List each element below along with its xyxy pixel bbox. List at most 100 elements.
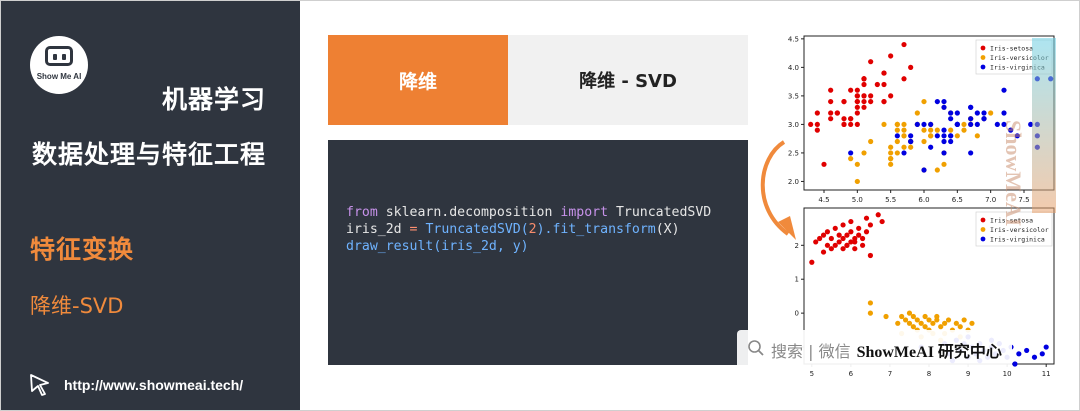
data-point bbox=[824, 242, 831, 248]
data-point bbox=[854, 87, 860, 93]
data-point bbox=[875, 212, 881, 218]
data-point bbox=[894, 121, 900, 128]
tab-svd[interactable]: 降维 - SVD bbox=[508, 35, 748, 125]
code-token: TruncatedSVD( bbox=[425, 222, 529, 237]
data-point bbox=[854, 93, 860, 99]
data-point bbox=[906, 310, 913, 316]
data-point bbox=[828, 116, 834, 122]
data-point bbox=[954, 121, 960, 128]
data-point bbox=[938, 324, 944, 330]
data-point bbox=[914, 110, 920, 116]
data-point bbox=[836, 239, 842, 245]
code-token: (X) bbox=[655, 222, 680, 237]
subtopic-title: 降维-SVD bbox=[30, 294, 124, 318]
data-point bbox=[974, 110, 980, 116]
data-point bbox=[844, 232, 850, 238]
legend-marker bbox=[980, 64, 986, 70]
data-point bbox=[828, 235, 834, 242]
data-point bbox=[968, 104, 974, 110]
y-tick-label: 2 bbox=[795, 242, 799, 250]
data-point bbox=[814, 127, 820, 133]
data-point bbox=[848, 121, 854, 128]
website-link[interactable]: http://www.showmeai.tech/ bbox=[28, 373, 243, 397]
x-tick-label: 7.0 bbox=[985, 196, 996, 204]
data-point bbox=[809, 259, 815, 265]
data-point bbox=[817, 235, 823, 242]
data-point bbox=[840, 246, 846, 252]
data-point bbox=[854, 121, 860, 128]
data-point bbox=[918, 320, 924, 326]
data-point bbox=[820, 232, 827, 238]
legend-marker bbox=[980, 227, 986, 232]
data-point bbox=[894, 127, 900, 133]
data-point bbox=[848, 156, 854, 162]
data-point bbox=[836, 232, 842, 238]
tab-dimension-reduction[interactable]: 降维 bbox=[328, 35, 508, 125]
x-tick-label: 6.0 bbox=[918, 196, 929, 204]
data-point bbox=[856, 232, 862, 238]
data-point bbox=[901, 150, 907, 156]
data-point bbox=[988, 110, 994, 116]
data-point bbox=[901, 76, 907, 82]
code-token: ).fit_transform bbox=[536, 222, 656, 237]
code-token: 2 bbox=[528, 222, 537, 237]
data-point bbox=[841, 121, 847, 128]
data-point bbox=[863, 229, 870, 235]
data-point bbox=[861, 150, 867, 156]
data-point bbox=[841, 98, 847, 105]
data-point bbox=[934, 313, 940, 320]
data-point bbox=[922, 324, 928, 330]
website-url[interactable]: http://www.showmeai.tech/ bbox=[64, 377, 243, 393]
data-point bbox=[981, 116, 987, 122]
showmeai-logo[interactable]: Show Me AI bbox=[30, 36, 88, 94]
data-point bbox=[868, 59, 874, 65]
data-point bbox=[910, 324, 916, 330]
data-point bbox=[828, 246, 834, 252]
legend-label: Iris-virginica bbox=[990, 236, 1045, 244]
data-point bbox=[957, 324, 963, 330]
data-point bbox=[908, 138, 914, 145]
section-title: 数据处理与特征工程 bbox=[31, 140, 266, 169]
sidebar: Show Me AI 机器学习 数据处理与特征工程 特征变换 降维-SVD ht… bbox=[0, 0, 300, 411]
vertical-watermark bbox=[1032, 38, 1056, 213]
data-point bbox=[961, 121, 967, 128]
data-point bbox=[828, 98, 834, 105]
data-point bbox=[948, 110, 954, 116]
data-point bbox=[914, 121, 920, 128]
data-point bbox=[861, 93, 867, 99]
data-point bbox=[881, 81, 887, 88]
data-point bbox=[928, 133, 934, 139]
data-point bbox=[840, 235, 846, 242]
data-point bbox=[881, 70, 887, 76]
y-tick-label: 0 bbox=[795, 310, 799, 318]
y-tick-label: 1 bbox=[795, 276, 799, 284]
data-point bbox=[868, 98, 874, 105]
data-point bbox=[1001, 110, 1007, 116]
data-point bbox=[861, 98, 867, 105]
data-point bbox=[948, 116, 954, 122]
search-icon bbox=[747, 339, 765, 361]
data-point bbox=[867, 300, 874, 306]
wechat-search-text: 搜索 | 微信 bbox=[771, 342, 851, 361]
data-point bbox=[928, 127, 934, 133]
y-tick-label: 4.0 bbox=[788, 64, 799, 72]
code-block: from sklearn.decomposition import Trunca… bbox=[346, 204, 711, 255]
data-point bbox=[808, 121, 814, 128]
code-token: from bbox=[346, 205, 378, 220]
data-point bbox=[832, 242, 838, 248]
data-point bbox=[928, 121, 934, 128]
data-point bbox=[848, 218, 854, 225]
data-point bbox=[856, 225, 862, 231]
x-tick-label: 5 bbox=[810, 370, 814, 378]
data-point bbox=[820, 249, 827, 255]
data-point bbox=[824, 229, 831, 235]
data-point bbox=[921, 98, 927, 105]
y-tick-label: 2.5 bbox=[788, 149, 799, 157]
data-point bbox=[901, 121, 907, 128]
data-point bbox=[921, 167, 927, 173]
data-point bbox=[902, 317, 909, 323]
data-point bbox=[854, 161, 860, 167]
data-point bbox=[921, 127, 927, 133]
data-point bbox=[1024, 347, 1030, 354]
data-point bbox=[1016, 351, 1022, 357]
